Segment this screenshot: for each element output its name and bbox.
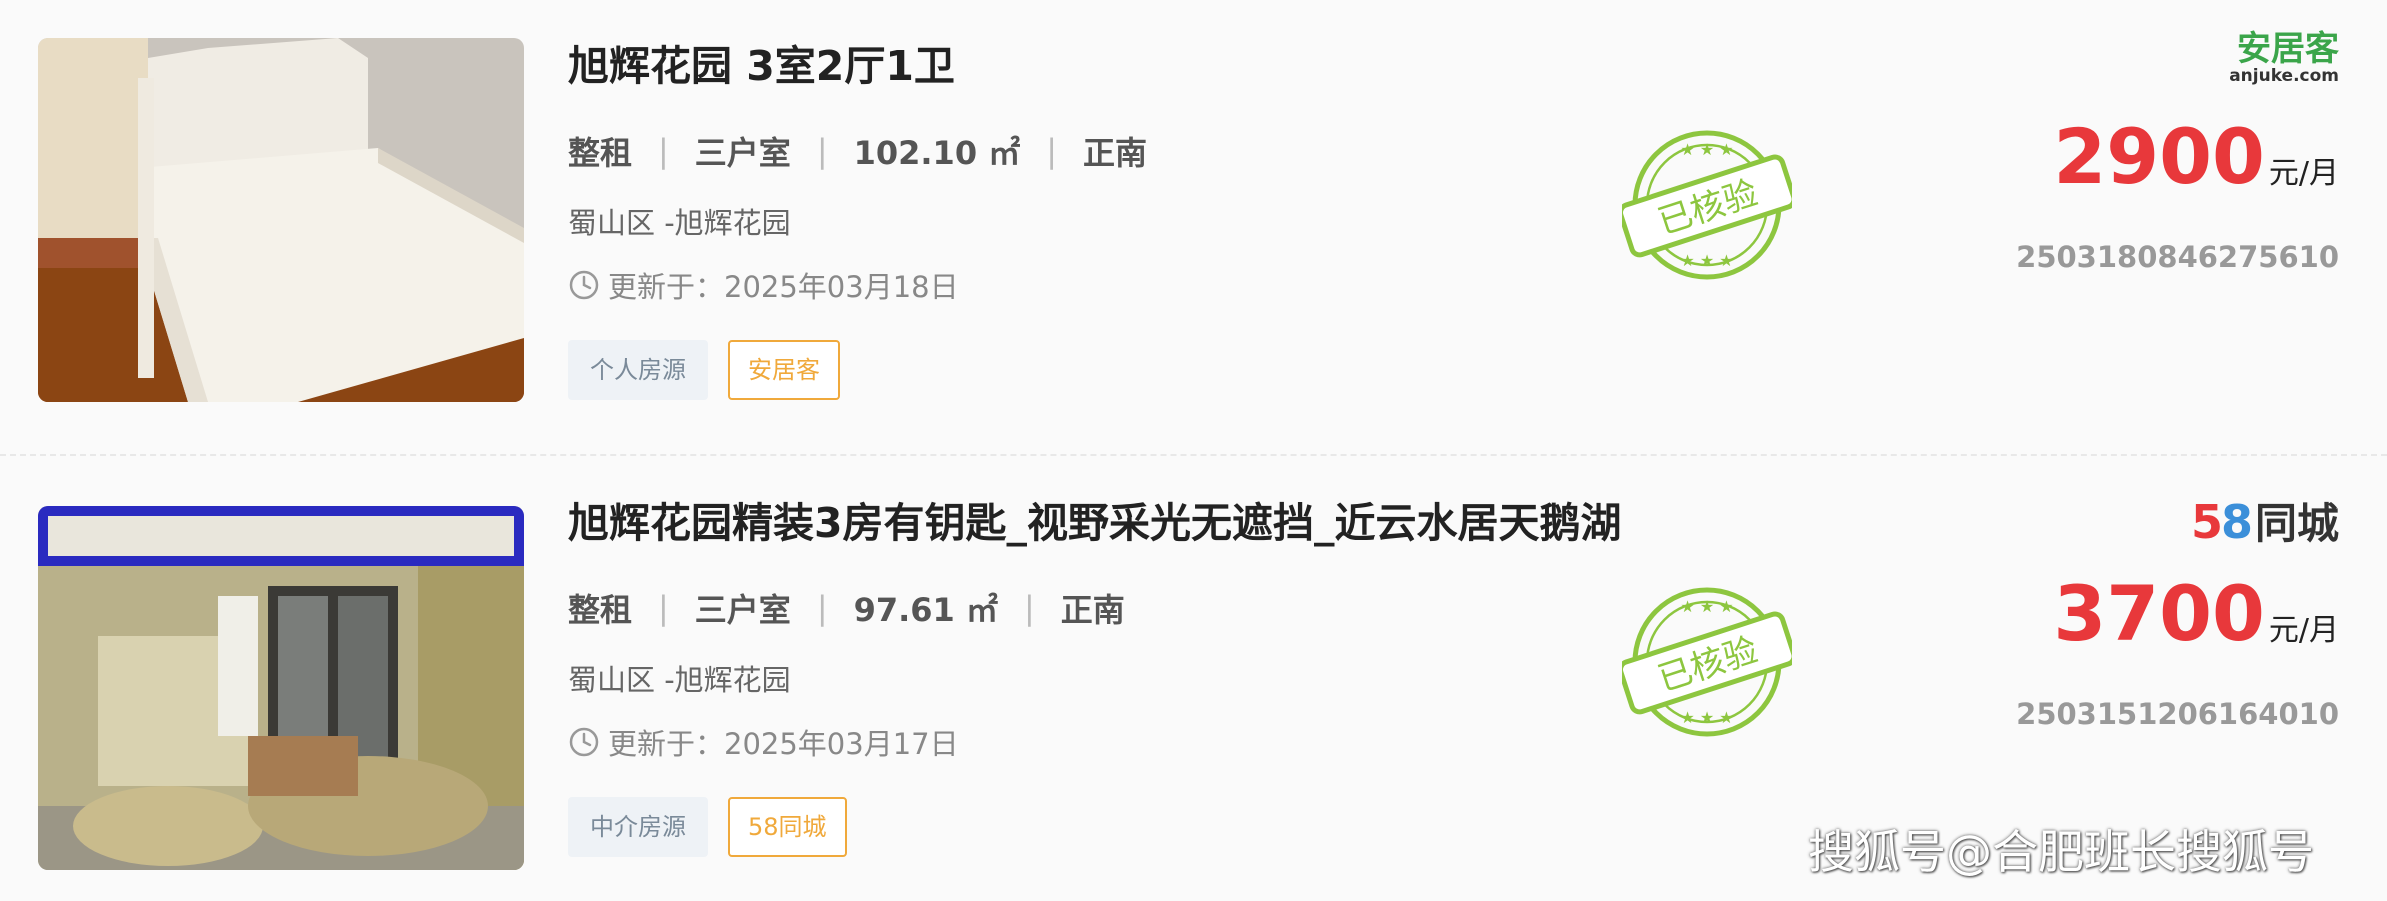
meta-separator: |	[1046, 132, 1058, 170]
svg-text:★ ★ ★: ★ ★ ★	[1680, 140, 1733, 159]
meta-separator: |	[658, 589, 669, 627]
svg-text:★ ★ ★: ★ ★ ★	[1680, 708, 1733, 727]
update-date-row: 更新于：2025年03月18日	[568, 264, 959, 306]
platform-logo: 安居客 anjuke.com	[2229, 32, 2339, 85]
price: 3700 元/月	[2053, 569, 2339, 658]
card-divider	[0, 454, 2387, 456]
price-unit: 元/月	[2268, 613, 2339, 648]
listing-list: 旭辉花园 3室2厅1卫 整租 | 三户室 | 102.10 ㎡ | 正南 蜀山区…	[0, 0, 2387, 901]
room-layout: 三户室	[694, 134, 791, 172]
listing-title[interactable]: 旭辉花园精装3房有钥匙_视野采光无遮挡_近云水居天鹅湖	[568, 489, 1622, 549]
rent-type: 整租	[568, 591, 633, 629]
platform-tag: 安居客	[728, 340, 840, 400]
price: 2900 元/月	[2053, 112, 2339, 201]
source-tag: 个人房源	[568, 340, 708, 400]
rent-type: 整租	[568, 134, 633, 172]
platform-tag: 58同城	[728, 797, 847, 857]
svg-text:★ ★ ★: ★ ★ ★	[1680, 251, 1733, 270]
price-value: 2900	[2053, 112, 2265, 201]
listing-code: 2503151206164010	[2016, 697, 2339, 731]
tag-list: 中介房源 58同城	[568, 797, 847, 857]
58-logo-number: 58	[2190, 495, 2253, 549]
clock-icon	[569, 270, 599, 300]
meta-separator: |	[1023, 589, 1035, 627]
floor-area: 97.61 ㎡	[853, 591, 998, 629]
listing-title[interactable]: 旭辉花园 3室2厅1卫	[568, 32, 955, 92]
listing-card[interactable]: 旭辉花园 3室2厅1卫 整租 | 三户室 | 102.10 ㎡ | 正南 蜀山区…	[0, 0, 2387, 456]
listing-meta: 整租 | 三户室 | 97.61 ㎡ | 正南	[568, 585, 1125, 631]
listing-address: 蜀山区 -旭辉花园	[568, 206, 791, 240]
price-value: 3700	[2053, 569, 2265, 658]
meta-separator: |	[816, 132, 828, 170]
update-date: 更新于：2025年03月17日	[608, 727, 959, 761]
svg-text:★ ★ ★: ★ ★ ★	[1680, 597, 1733, 616]
tag-list: 个人房源 安居客	[568, 340, 840, 400]
anjuke-logo-domain: anjuke.com	[2229, 66, 2339, 86]
orientation: 正南	[1083, 134, 1148, 172]
meta-separator: |	[816, 589, 828, 627]
verified-stamp-icon: ★ ★ ★ ★ ★ ★ 已核验	[1622, 587, 1792, 737]
meta-separator: |	[658, 132, 669, 170]
58-logo-text: 同城	[2254, 499, 2339, 548]
update-date-row: 更新于：2025年03月17日	[568, 721, 959, 763]
source-tag: 中介房源	[568, 797, 708, 857]
listing-photo[interactable]	[38, 38, 524, 402]
verified-stamp-icon: ★ ★ ★ ★ ★ ★ 已核验	[1622, 130, 1792, 280]
orientation: 正南	[1060, 591, 1125, 629]
listing-code: 2503180846275610	[2016, 240, 2339, 274]
platform-logo: 58 同城	[2191, 499, 2339, 545]
price-unit: 元/月	[2268, 156, 2339, 191]
listing-photo[interactable]	[38, 506, 524, 870]
clock-icon	[569, 727, 599, 757]
floor-area: 102.10 ㎡	[853, 134, 1021, 172]
listing-address: 蜀山区 -旭辉花园	[568, 663, 791, 697]
room-layout: 三户室	[694, 591, 791, 629]
update-date: 更新于：2025年03月18日	[608, 270, 959, 304]
listing-meta: 整租 | 三户室 | 102.10 ㎡ | 正南	[568, 128, 1147, 174]
watermark: 搜狐号@合肥班长搜狐号	[1808, 825, 2314, 879]
anjuke-logo-text: 安居客	[2237, 29, 2339, 69]
